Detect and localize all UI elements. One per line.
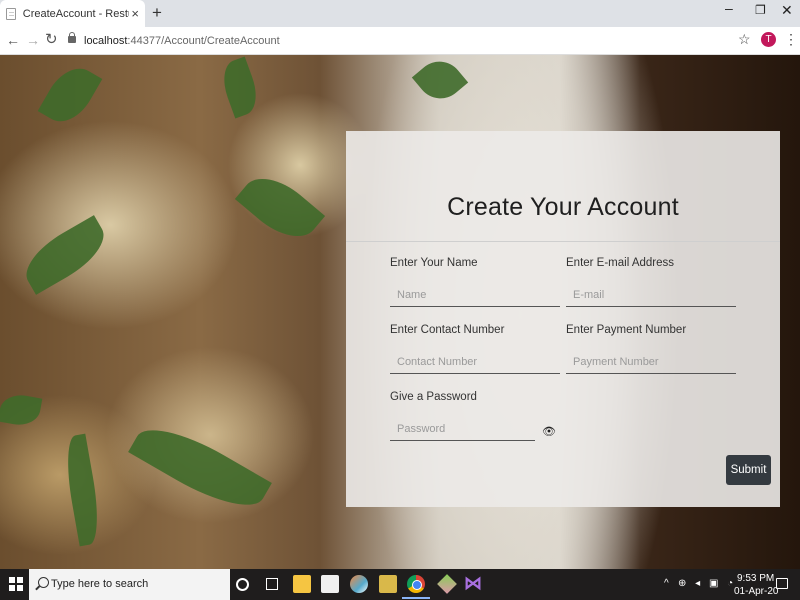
active-app-indicator	[402, 597, 430, 599]
reload-icon[interactable]: ↻	[45, 30, 58, 48]
taskbar-search-box[interactable]: Type here to search	[29, 569, 230, 600]
menu-icon[interactable]: ⋮	[784, 31, 798, 48]
clock-time[interactable]: 9:53 PM	[737, 573, 774, 584]
cortana-icon[interactable]	[236, 578, 249, 591]
git-app-icon[interactable]	[437, 574, 457, 594]
file-explorer-icon[interactable]	[293, 575, 311, 593]
password-input[interactable]	[390, 417, 535, 441]
back-icon[interactable]: ←	[6, 32, 20, 48]
url-path: :44377/Account/CreateAccount	[127, 35, 280, 47]
browser-tab[interactable]: CreateAccount - Resturant Mana ×	[0, 0, 145, 27]
name-label: Enter Your Name	[390, 257, 478, 269]
page-favicon-icon	[6, 7, 16, 20]
url-host: localhost	[84, 35, 128, 47]
title-divider	[346, 241, 780, 242]
tab-title: CreateAccount - Resturant Mana	[22, 7, 130, 20]
password-label: Give a Password	[390, 391, 477, 403]
minimize-button[interactable]: –	[725, 0, 733, 16]
task-view-icon[interactable]	[266, 578, 278, 590]
windows-start-icon[interactable]	[9, 577, 23, 591]
profile-avatar[interactable]: T	[761, 32, 776, 47]
show-password-eye-icon[interactable]: 👁	[542, 425, 556, 438]
lock-icon[interactable]	[68, 32, 76, 43]
tab-close-icon[interactable]: ×	[131, 6, 139, 21]
new-tab-button[interactable]: +	[152, 4, 162, 22]
paint-app-icon[interactable]	[350, 575, 368, 593]
name-input[interactable]	[390, 283, 560, 307]
close-window-button[interactable]: ✕	[781, 2, 793, 19]
create-account-card: Create Your Account Enter Your Name Ente…	[346, 131, 780, 507]
tray-status-icons[interactable]: ⊕ ◂ ▣ ◔	[678, 578, 736, 589]
page-title: Create Your Account	[447, 193, 679, 221]
decor-leaf	[234, 164, 326, 251]
decor-leaf	[128, 413, 272, 522]
submit-button[interactable]: Submit	[726, 455, 771, 485]
decor-leaf	[216, 56, 264, 119]
contact-label: Enter Contact Number	[390, 324, 505, 336]
search-placeholder: Type here to search	[51, 578, 149, 590]
pinned-app-icon[interactable]	[379, 575, 397, 593]
address-bar[interactable]: localhost:44377/Account/CreateAccount	[84, 35, 280, 47]
decor-leaf	[411, 55, 469, 109]
decor-leaf	[37, 59, 103, 131]
forward-icon[interactable]: →	[26, 32, 40, 48]
browser-toolbar: ← → ↻ localhost:44377/Account/CreateAcco…	[0, 27, 800, 55]
star-icon[interactable]: ☆	[738, 31, 751, 48]
contact-number-input[interactable]	[390, 350, 560, 374]
payment-label: Enter Payment Number	[566, 324, 687, 336]
decor-leaf	[0, 391, 43, 429]
decor-leaf	[60, 433, 105, 547]
payment-number-input[interactable]	[566, 350, 736, 374]
email-input[interactable]	[566, 283, 736, 307]
notification-icon[interactable]	[776, 578, 788, 589]
windows-taskbar: Type here to search ⋈ ^ ⊕ ◂ ▣ ◔ 9:53 PM …	[0, 569, 800, 600]
tray-chevron-icon[interactable]: ^	[664, 578, 669, 589]
maximize-button[interactable]: ❐	[755, 3, 766, 17]
decor-leaf	[16, 215, 114, 295]
store-icon[interactable]	[321, 575, 339, 593]
browser-tab-bar: CreateAccount - Resturant Mana × + – ❐ ✕	[0, 0, 800, 27]
visual-studio-icon[interactable]: ⋈	[464, 573, 482, 593]
clock-date[interactable]: 01-Apr-20	[734, 586, 778, 597]
chrome-icon[interactable]	[407, 575, 425, 593]
email-label: Enter E-mail Address	[566, 257, 675, 269]
search-icon	[38, 577, 49, 588]
